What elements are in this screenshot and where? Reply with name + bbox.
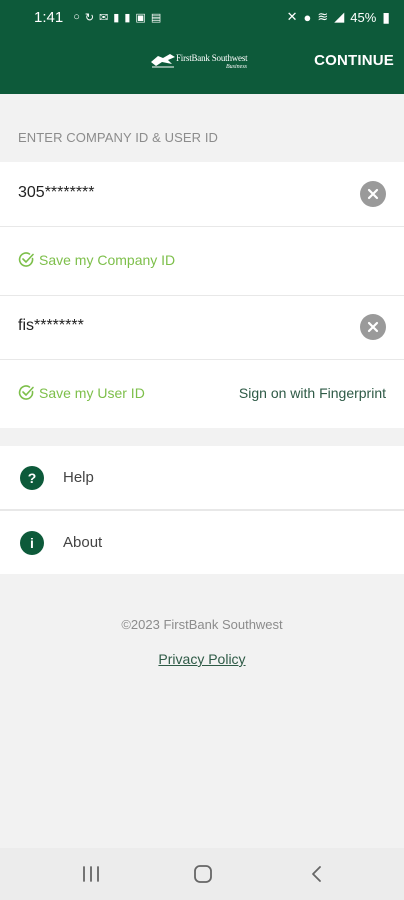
menu-item-label: Help — [63, 469, 94, 486]
clear-company-id-button[interactable] — [360, 181, 386, 207]
bank-logo-icon — [151, 54, 175, 68]
company-id-row[interactable]: 305******** — [0, 162, 404, 226]
status-time: 1:41 — [34, 8, 64, 26]
fingerprint-signon-link[interactable]: Sign on with Fingerprint — [239, 385, 386, 401]
info-icon: i — [20, 530, 44, 555]
notification-image-icon: ▣ — [135, 11, 146, 24]
close-icon — [367, 321, 379, 333]
location-icon: ● — [303, 9, 312, 25]
company-id-field[interactable]: 305******** — [18, 184, 95, 202]
recent-apps-icon[interactable] — [79, 862, 103, 886]
mute-icon: ✕ — [286, 9, 298, 24]
divider — [0, 226, 404, 227]
clear-user-id-button[interactable] — [360, 314, 386, 340]
check-circle-icon — [18, 252, 34, 267]
privacy-policy-link[interactable]: Privacy Policy — [158, 651, 245, 667]
menu-item-help[interactable]: ? Help — [0, 446, 404, 509]
home-icon[interactable] — [191, 862, 215, 886]
menu-item-about[interactable]: i About — [0, 511, 404, 574]
save-user-id-label: Save my User ID — [39, 384, 145, 401]
privacy-policy: Privacy Policy — [0, 651, 404, 667]
system-icons: ✕ ● ≋ ◢ 45% ▮ — [287, 9, 390, 26]
continue-button[interactable]: CONTINUE — [314, 52, 394, 69]
notification-person-icon: ▮ — [113, 11, 120, 24]
section-label: ENTER COMPANY ID & USER ID — [18, 130, 219, 145]
logo-text: FirstBank Southwest — [176, 53, 248, 63]
wifi-icon: ≋ — [317, 9, 329, 24]
battery-icon: ▮ — [382, 8, 390, 25]
save-company-id-toggle[interactable]: Save my Company ID — [18, 251, 175, 268]
notification-sync-icon: ↻ — [84, 11, 95, 24]
user-id-field[interactable]: fis******** — [18, 317, 84, 335]
menu-card: ? Help i About — [0, 446, 404, 574]
status-bar: 1:41 ○ ↻ ✉ ▮ ▮ ▣ ▤ ✕ ● ≋ ◢ 45% ▮ — [0, 0, 404, 34]
save-user-id-toggle[interactable]: Save my User ID — [18, 384, 145, 401]
menu-item-label: About — [63, 534, 103, 551]
logo-subtext: Business — [226, 64, 247, 70]
check-circle-icon — [18, 385, 34, 400]
notification-person2-icon: ▮ — [124, 11, 131, 24]
bank-logo: FirstBank Southwest Business — [150, 52, 260, 80]
close-icon — [367, 188, 379, 200]
help-icon: ? — [20, 465, 44, 490]
save-company-id-label: Save my Company ID — [39, 251, 176, 268]
signal-icon: ◢ — [334, 9, 345, 24]
system-nav-bar — [0, 848, 404, 900]
notification-doc-icon: ▤ — [150, 11, 162, 24]
login-card: 305******** Save my Company ID fis******… — [0, 162, 404, 428]
notification-circle-icon: ○ — [73, 11, 80, 23]
user-id-row[interactable]: fis******** — [0, 295, 404, 359]
battery-percent: 45% — [350, 9, 377, 25]
app-header: FirstBank Southwest Business CONTINUE — [0, 30, 404, 94]
notification-mail-icon: ✉ — [99, 11, 109, 24]
copyright-text: ©2023 FirstBank Southwest — [121, 617, 283, 632]
divider — [0, 359, 404, 360]
notification-icons: ○ ↻ ✉ ▮ ▮ ▣ ▤ — [73, 11, 161, 24]
back-icon[interactable] — [305, 862, 329, 886]
